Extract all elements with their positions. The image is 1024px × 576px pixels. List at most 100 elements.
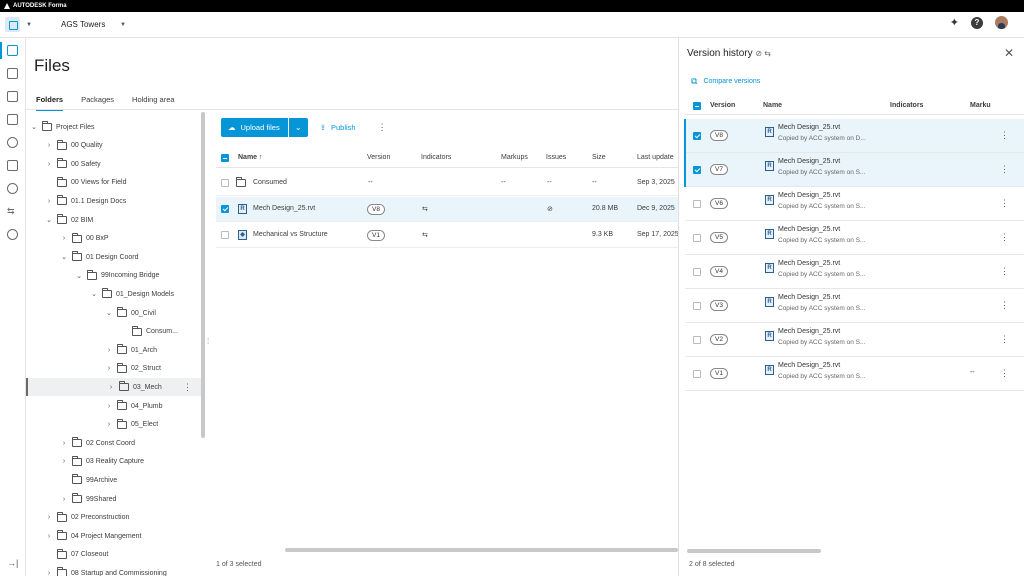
table-row[interactable]: ◆ Mechanical vs Structure V1 ⇆ 9.3 KB Sep 17,… xyxy=(216,223,679,248)
version-file-name[interactable]: Mech Design_25.rvt xyxy=(778,362,840,369)
version-row[interactable]: V8 R Mech Design_25.rvt Copied by ACC syste… xyxy=(684,119,1024,153)
row-checkbox[interactable] xyxy=(221,179,229,187)
row-checkbox[interactable] xyxy=(221,205,229,213)
tree-item[interactable]: › 08 Startup and Commissioning xyxy=(26,564,204,576)
row-checkbox[interactable] xyxy=(221,231,229,239)
version-file-name[interactable]: Mech Design_25.rvt xyxy=(778,226,840,233)
version-checkbox[interactable] xyxy=(693,200,701,208)
panel-resize-handle[interactable]: ⁞ xyxy=(207,337,209,346)
tree-item[interactable]: ⌄ 02 BIM xyxy=(26,211,204,229)
chevron-right-icon[interactable]: › xyxy=(107,384,115,391)
project-name[interactable]: AGS Towers xyxy=(61,20,105,29)
app-switcher-icon[interactable] xyxy=(5,17,20,32)
upload-options-chevron-icon[interactable]: ⌄ xyxy=(288,118,308,137)
avatar[interactable] xyxy=(995,16,1008,29)
tree-item[interactable]: › 02 Preconstruction xyxy=(26,509,204,527)
version-row[interactable]: V6 R Mech Design_25.rvt Copied by ACC syste… xyxy=(685,187,1024,221)
chevron-right-icon[interactable]: › xyxy=(45,198,53,205)
version-file-name[interactable]: Mech Design_25.rvt xyxy=(778,192,840,199)
tree-item-more-icon[interactable]: ⋮ xyxy=(183,382,192,393)
version-more-icon[interactable]: ⋮ xyxy=(1000,266,1009,277)
chevron-right-icon[interactable]: › xyxy=(45,142,53,149)
version-badge[interactable]: V2 xyxy=(710,334,728,345)
publish-button[interactable]: ⇪ Publish xyxy=(320,123,356,132)
tree-item[interactable]: › 00 Quality xyxy=(26,137,204,155)
chevron-down-icon[interactable]: ⌄ xyxy=(30,123,38,131)
tree-item[interactable]: ⌄ 00_Civil xyxy=(26,304,204,322)
col-markups[interactable]: Markups xyxy=(501,154,528,161)
file-name[interactable]: Mechanical vs Structure xyxy=(253,231,328,238)
version-row[interactable]: V1 R Mech Design_25.rvt Copied by ACC syste… xyxy=(685,357,1024,391)
col-last-update[interactable]: Last update xyxy=(637,154,674,161)
chevron-right-icon[interactable]: › xyxy=(60,440,68,447)
tree-item[interactable]: ⌄ Project Files xyxy=(26,118,204,136)
version-badge[interactable]: V4 xyxy=(710,266,728,277)
file-indicators[interactable]: ⇆ xyxy=(422,231,428,239)
version-more-icon[interactable]: ⋮ xyxy=(1000,130,1009,141)
tree-item[interactable]: › 99Shared xyxy=(26,490,204,508)
file-name[interactable]: Consumed xyxy=(253,179,287,186)
issues-nav-icon[interactable] xyxy=(7,137,18,148)
collapse-nav-icon[interactable]: →| xyxy=(7,558,18,568)
tree-item[interactable]: › 03_Mech ⋮ xyxy=(26,378,204,397)
col-issues[interactable]: Issues xyxy=(546,154,566,161)
version-checkbox[interactable] xyxy=(693,370,701,378)
version-checkbox[interactable] xyxy=(693,302,701,310)
more-actions-icon[interactable]: ⋮ xyxy=(378,122,387,133)
select-all-checkbox[interactable] xyxy=(221,154,229,162)
app-switcher-caret-icon[interactable]: ▼ xyxy=(26,22,32,28)
chevron-right-icon[interactable]: › xyxy=(105,347,113,354)
version-checkbox[interactable] xyxy=(693,132,701,140)
chevron-right-icon[interactable]: › xyxy=(60,496,68,503)
transmittals-nav-icon[interactable] xyxy=(7,114,18,125)
version-file-name[interactable]: Mech Design_25.rvt xyxy=(778,260,840,267)
version-row[interactable]: V4 R Mech Design_25.rvt Copied by ACC syste… xyxy=(685,255,1024,289)
tree-item[interactable]: Consum... xyxy=(26,323,204,341)
vcol-markups[interactable]: Marku xyxy=(970,102,991,109)
table-row[interactable]: R Mech Design_25.rvt V8 ⇆ ⊘ 20.8 MB Dec 9, 202… xyxy=(216,197,678,222)
version-checkbox[interactable] xyxy=(693,166,701,174)
transfer-nav-icon[interactable]: ⇆ xyxy=(7,206,18,217)
upload-files-button[interactable]: ☁ Upload files xyxy=(221,118,288,137)
file-indicators[interactable]: ⇆ xyxy=(422,205,428,213)
chevron-right-icon[interactable]: › xyxy=(60,458,68,465)
sheets-nav-icon[interactable] xyxy=(7,68,18,79)
version-row[interactable]: V5 R Mech Design_25.rvt Copied by ACC syste… xyxy=(685,221,1024,255)
project-dropdown-icon[interactable]: ▼ xyxy=(120,22,126,28)
settings-nav-icon[interactable] xyxy=(7,229,18,240)
chevron-right-icon[interactable]: › xyxy=(45,570,53,576)
compare-versions-button[interactable]: ⧉ Compare versions xyxy=(691,76,760,87)
files-horizontal-scrollbar[interactable] xyxy=(285,548,678,552)
version-badge[interactable]: V6 xyxy=(710,198,728,209)
col-version[interactable]: Version xyxy=(367,154,390,161)
help-icon[interactable]: ? xyxy=(971,16,983,29)
version-more-icon[interactable]: ⋮ xyxy=(1000,198,1009,209)
reports-nav-icon[interactable] xyxy=(7,91,18,102)
tree-scrollbar[interactable] xyxy=(201,112,205,438)
version-horizontal-scrollbar[interactable] xyxy=(687,549,821,553)
chevron-down-icon[interactable]: ⌄ xyxy=(75,272,83,280)
version-row[interactable]: V2 R Mech Design_25.rvt Copied by ACC syste… xyxy=(685,323,1024,357)
version-more-icon[interactable]: ⋮ xyxy=(1000,334,1009,345)
version-row[interactable]: V7 R Mech Design_25.rvt Copied by ACC syste… xyxy=(684,153,1024,187)
close-icon[interactable]: ✕ xyxy=(1004,46,1014,60)
col-indicators[interactable]: Indicators xyxy=(421,154,451,161)
version-more-icon[interactable]: ⋮ xyxy=(1000,368,1009,379)
vcol-indicators[interactable]: Indicators xyxy=(890,102,923,109)
version-file-name[interactable]: Mech Design_25.rvt xyxy=(778,158,840,165)
members-nav-icon[interactable] xyxy=(7,183,18,194)
tree-item[interactable]: ⌄ 01 Design Coord xyxy=(26,248,204,266)
version-file-name[interactable]: Mech Design_25.rvt xyxy=(778,294,840,301)
tree-item[interactable]: ⌄ 99Incoming Bridge xyxy=(26,267,204,285)
version-more-icon[interactable]: ⋮ xyxy=(1000,164,1009,175)
version-file-name[interactable]: Mech Design_25.rvt xyxy=(778,124,840,131)
chevron-down-icon[interactable]: ⌄ xyxy=(60,253,68,261)
chevron-right-icon[interactable]: › xyxy=(45,533,53,540)
version-more-icon[interactable]: ⋮ xyxy=(1000,232,1009,243)
version-row[interactable]: V3 R Mech Design_25.rvt Copied by ACC syste… xyxy=(685,289,1024,323)
version-checkbox[interactable] xyxy=(693,234,701,242)
version-more-icon[interactable]: ⋮ xyxy=(1000,300,1009,311)
version-badge[interactable]: V8 xyxy=(710,130,728,141)
version-checkbox[interactable] xyxy=(693,336,701,344)
file-issues[interactable]: ⊘ xyxy=(547,205,553,213)
